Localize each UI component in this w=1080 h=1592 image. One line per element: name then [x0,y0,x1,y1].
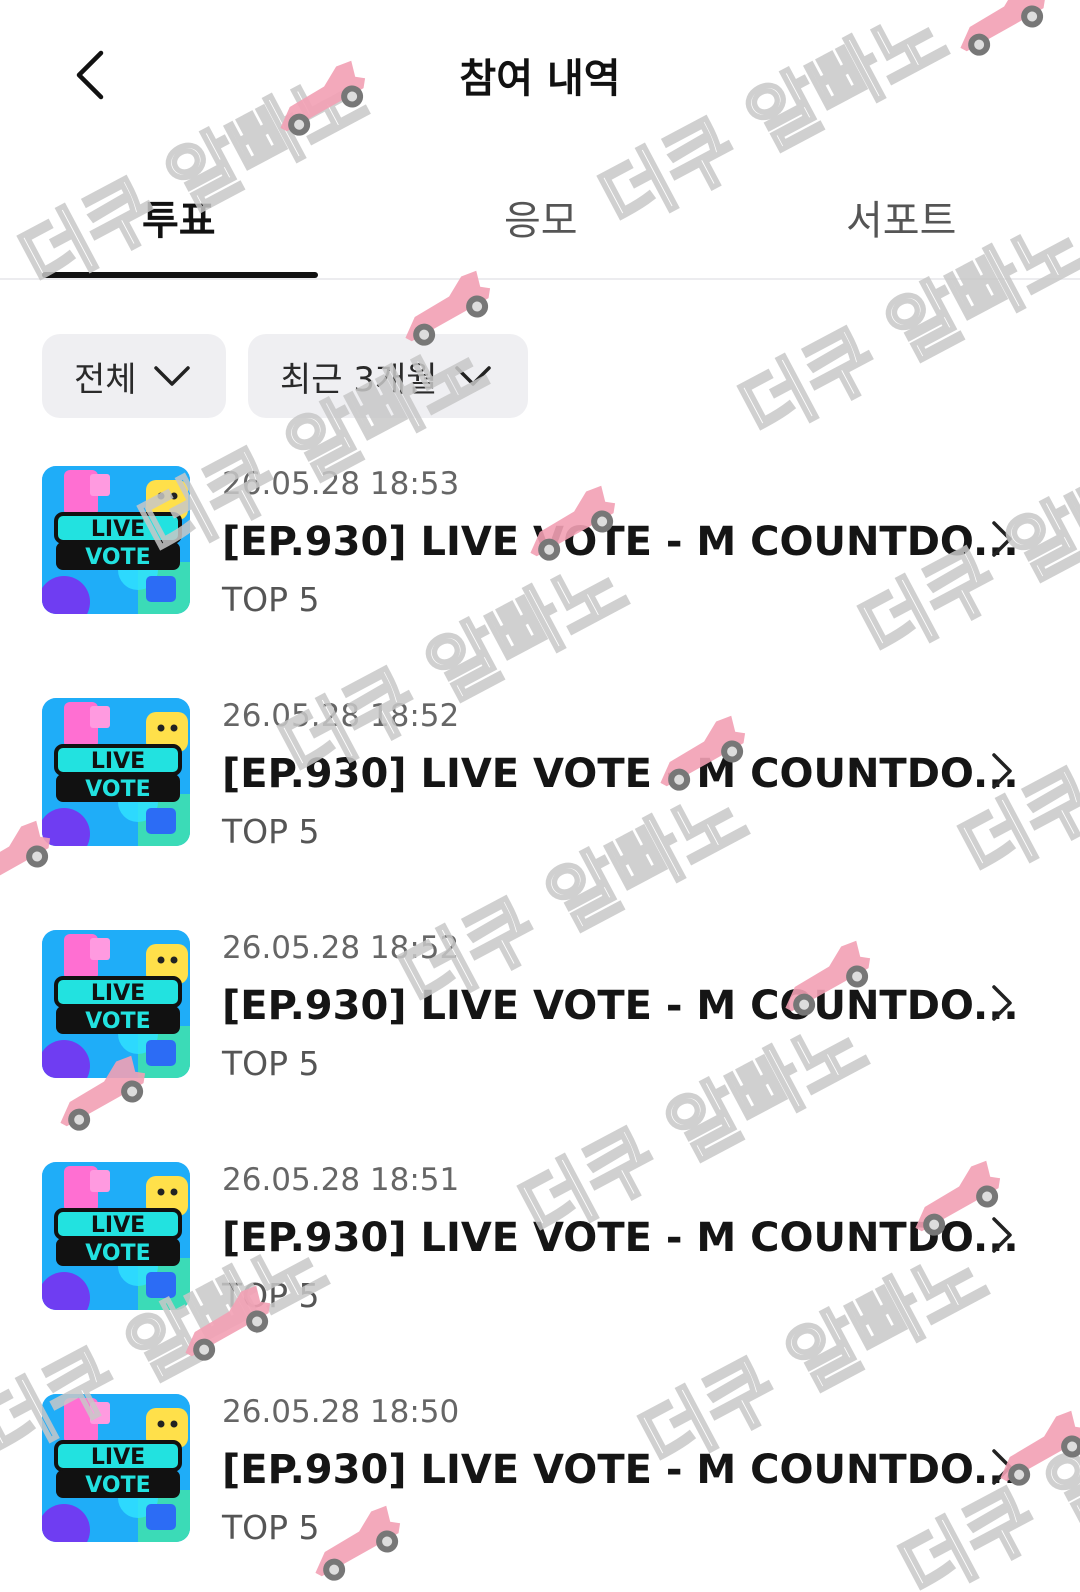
vote-rank: TOP 5 [222,812,320,851]
vote-rank: TOP 5 [222,580,320,619]
tab-bar: 투표 응모 서포트 [0,160,1080,280]
svg-text:LIVE: LIVE [91,749,145,774]
vote-date: 26.05.28 18:52 [222,930,460,966]
filter-all-label: 전체 [74,359,137,400]
tab-vote[interactable]: 투표 [142,188,216,246]
vote-history-list: LIVE VOTE 26.05.28 18:53 [EP.930] LIVE V… [0,462,1080,1592]
filter-bar: 전체 최근 3개월 [42,334,528,418]
svg-text:LIVE: LIVE [91,981,145,1006]
vote-rank: TOP 5 [222,1508,320,1547]
vote-history-item[interactable]: LIVE VOTE 26.05.28 18:52 [EP.930] LIVE V… [0,694,1080,926]
svg-text:VOTE: VOTE [85,545,150,570]
vote-title: [EP.930] LIVE VOTE - M COUNTDO... [222,1215,1019,1261]
chevron-right-icon [984,1210,1020,1260]
filter-all-dropdown[interactable]: 전체 [42,334,226,418]
vote-date: 26.05.28 18:53 [222,466,460,502]
vote-title: [EP.930] LIVE VOTE - M COUNTDO... [222,519,1019,565]
vote-rank: TOP 5 [222,1276,320,1315]
chevron-right-icon [984,1442,1020,1492]
vote-info: 26.05.28 18:52 [EP.930] LIVE VOTE - M CO… [222,694,1019,854]
vote-title: [EP.930] LIVE VOTE - M COUNTDO... [222,1447,1019,1493]
vote-info: 26.05.28 18:51 [EP.930] LIVE VOTE - M CO… [222,1158,1019,1318]
tab-apply[interactable]: 응모 [504,188,578,246]
vote-thumbnail: LIVE VOTE [42,930,190,1078]
vote-thumbnail: LIVE VOTE [42,466,190,614]
active-tab-indicator [42,272,318,278]
vote-thumbnail: LIVE VOTE [42,1394,190,1542]
filter-period-dropdown[interactable]: 최근 3개월 [248,334,528,418]
page-title: 참여 내역 [459,56,621,102]
svg-text:VOTE: VOTE [85,777,150,802]
vote-title: [EP.930] LIVE VOTE - M COUNTDO... [222,751,1019,797]
vote-history-item[interactable]: LIVE VOTE 26.05.28 18:51 [EP.930] LIVE V… [0,1158,1080,1390]
chevron-down-icon [454,366,491,386]
vote-info: 26.05.28 18:52 [EP.930] LIVE VOTE - M CO… [222,926,1019,1086]
svg-text:VOTE: VOTE [85,1009,150,1034]
vote-date: 26.05.28 18:51 [222,1162,460,1198]
svg-text:VOTE: VOTE [85,1241,150,1266]
participation-history-screen: 참여 내역 투표 응모 서포트 전체 최근 3개월 LIVE VOTE 26.0… [0,0,1080,1592]
vote-history-item[interactable]: LIVE VOTE 26.05.28 18:50 [EP.930] LIVE V… [0,1390,1080,1592]
vote-thumbnail: LIVE VOTE [42,698,190,846]
vote-history-item[interactable]: LIVE VOTE 26.05.28 18:52 [EP.930] LIVE V… [0,926,1080,1158]
vote-thumbnail: LIVE VOTE [42,1162,190,1310]
chevron-right-icon [984,746,1020,796]
chevron-down-icon [153,366,190,386]
vote-history-item[interactable]: LIVE VOTE 26.05.28 18:53 [EP.930] LIVE V… [0,462,1080,694]
svg-text:VOTE: VOTE [85,1473,150,1498]
vote-rank: TOP 5 [222,1044,320,1083]
svg-text:LIVE: LIVE [91,1213,145,1238]
svg-text:LIVE: LIVE [91,517,145,542]
vote-date: 26.05.28 18:52 [222,698,460,734]
header: 참여 내역 [0,0,1080,150]
vote-title: [EP.930] LIVE VOTE - M COUNTDO... [222,983,1019,1029]
tab-support[interactable]: 서포트 [846,188,956,246]
filter-period-label: 최근 3개월 [280,359,438,400]
svg-text:LIVE: LIVE [91,1445,145,1470]
vote-info: 26.05.28 18:53 [EP.930] LIVE VOTE - M CO… [222,462,1019,622]
vote-date: 26.05.28 18:50 [222,1394,460,1430]
vote-info: 26.05.28 18:50 [EP.930] LIVE VOTE - M CO… [222,1390,1019,1550]
chevron-right-icon [984,978,1020,1028]
chevron-right-icon [984,514,1020,564]
